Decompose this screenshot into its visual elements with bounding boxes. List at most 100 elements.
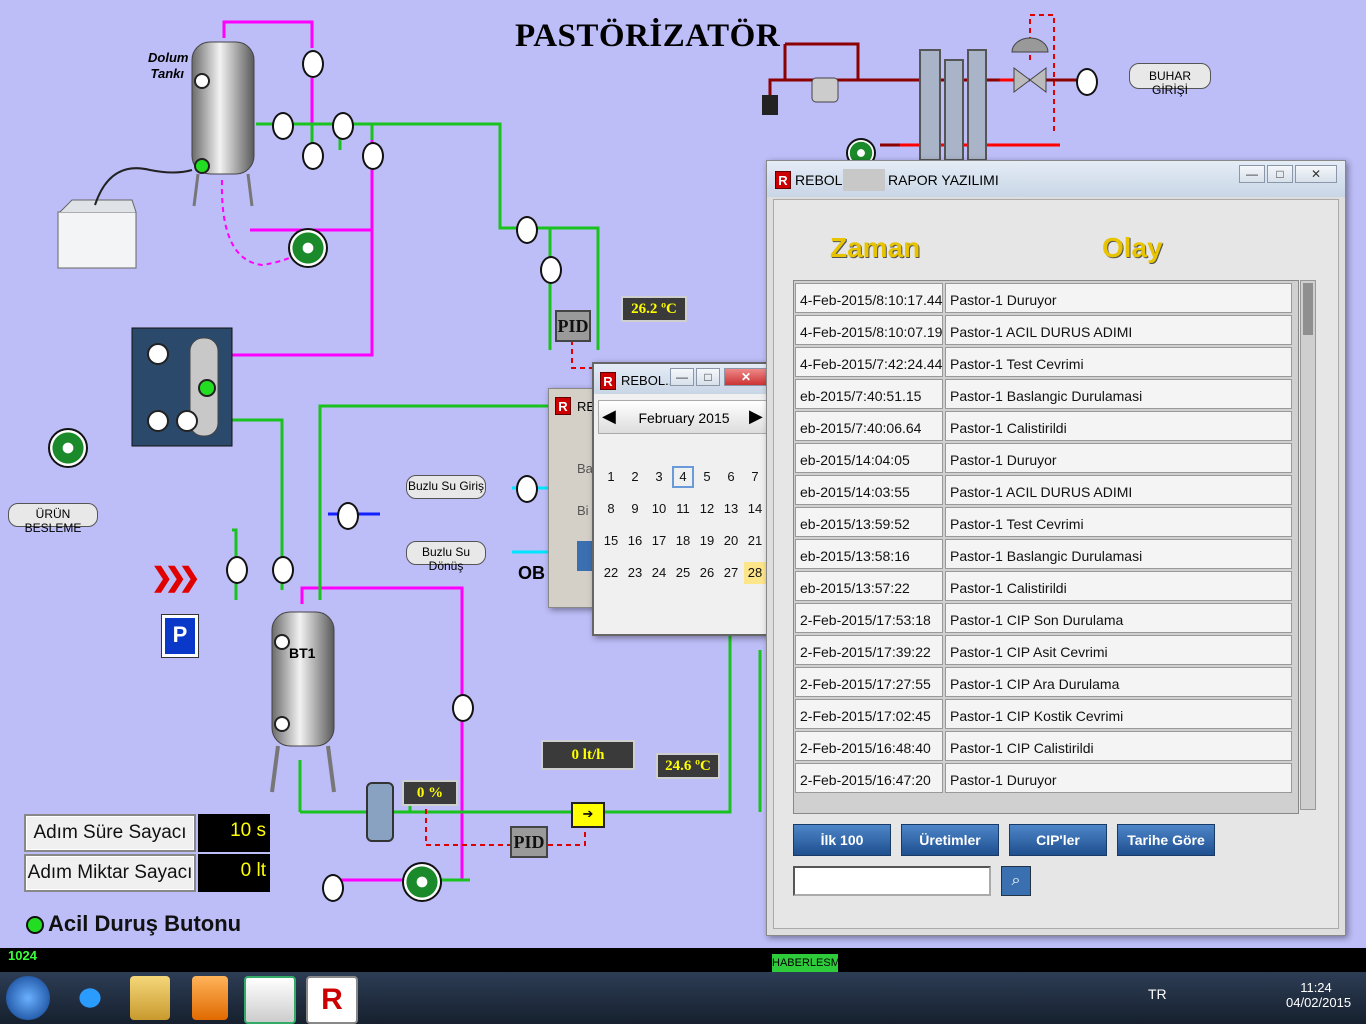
calendar-day[interactable]: 20 [720,530,742,552]
calendar-day[interactable]: 15 [600,530,622,552]
calendar-day[interactable]: 12 [696,498,718,520]
pid-controller-top[interactable]: PID [555,310,591,342]
valve-icon[interactable] [302,50,324,78]
calendar-day[interactable]: 1 [600,466,622,488]
start-icon[interactable] [6,976,50,1020]
valve-icon[interactable] [332,112,354,140]
flow-meter-icon: ➔ [571,802,605,828]
acil-durus-label[interactable]: Acil Duruş Butonu [48,911,241,937]
valve-icon[interactable] [302,142,324,170]
table-row[interactable]: eb-2015/13:58:16 Pastor-1 Baslangic Durul… [795,539,1292,569]
table-row[interactable]: 2-Feb-2015/17:39:22 Pastor-1 CIP Asit Cev… [795,635,1292,665]
language-indicator[interactable]: TR [1148,986,1167,1002]
forward-arrows-icon[interactable]: ❯❯❯ [151,562,200,593]
buzlu-su-giris-label: Buzlu Su Giriş [406,475,486,499]
valve-icon[interactable] [540,256,562,284]
media-player-icon[interactable] [192,976,228,1020]
hmi-status-bar [0,948,1366,972]
minimize-icon[interactable]: — [670,368,694,386]
calendar-day[interactable]: 6 [720,466,742,488]
uretimler-button[interactable]: Üretimler [901,824,999,856]
ilk-100-button[interactable]: İlk 100 [793,824,891,856]
calendar-day[interactable]: 22 [600,562,622,584]
calendar-day[interactable]: 21 [744,530,766,552]
valve-icon[interactable] [337,502,359,530]
calendar-day[interactable]: 19 [696,530,718,552]
valve-icon[interactable] [226,556,248,584]
table-row[interactable]: 2-Feb-2015/17:27:55 Pastor-1 CIP Ara Duru… [795,667,1292,697]
search-icon[interactable]: ⌕ [1001,866,1031,896]
valve-icon[interactable] [272,112,294,140]
table-row[interactable]: eb-2015/14:03:55 Pastor-1 ACIL DURUS ADIM… [795,475,1292,505]
calendar-day[interactable]: 9 [624,498,646,520]
valve-icon[interactable] [516,216,538,244]
temperature-bottom-value: 24.6 ºC [656,753,720,779]
table-row[interactable]: eb-2015/14:04:05 Pastor-1 Duruyor [795,443,1292,473]
prev-month-icon[interactable]: ◀ [602,406,616,427]
calendar-day[interactable]: 24 [648,562,670,584]
calendar-day[interactable]: 7 [744,466,766,488]
file-explorer-icon[interactable] [130,976,170,1020]
table-row[interactable]: 2-Feb-2015/16:48:40 Pastor-1 CIP Calistir… [795,731,1292,761]
vijeo-icon[interactable] [244,976,296,1024]
internet-explorer-icon[interactable] [66,976,114,1020]
calendar-day[interactable]: 11 [672,498,694,520]
calendar-day[interactable]: 16 [624,530,646,552]
pump-icon[interactable] [288,228,328,268]
valve-icon[interactable] [362,142,384,170]
close-icon[interactable]: ✕ [1295,165,1337,183]
cipler-button[interactable]: CIP'ler [1009,824,1107,856]
table-row[interactable]: 2-Feb-2015/16:47:20 Pastor-1 Duruyor [795,763,1292,793]
clock[interactable]: 11:24 04/02/2015 [1286,980,1351,1010]
valve-icon[interactable] [272,556,294,584]
search-input[interactable] [793,866,991,896]
maximize-icon[interactable]: □ [696,368,720,386]
valve-icon[interactable] [452,694,474,722]
calendar-day[interactable]: 18 [672,530,694,552]
p-button[interactable]: P [161,614,199,658]
report-title-suffix: RAPOR YAZILIMI [888,172,999,188]
control-valve-icon[interactable] [366,782,394,842]
calendar-day[interactable]: 4 [672,466,694,488]
pid-controller-bottom[interactable]: PID [510,826,548,858]
maximize-icon[interactable]: □ [1267,165,1293,183]
row-time: eb-2015/13:57:22 [795,571,943,601]
pump-icon[interactable] [402,862,442,902]
scrollbar-thumb[interactable] [1303,283,1313,335]
row-time: 2-Feb-2015/17:27:55 [795,667,943,697]
calendar-day[interactable]: 2 [624,466,646,488]
minimize-icon[interactable]: — [1239,165,1265,183]
calendar-day[interactable]: 28 [744,562,766,584]
pump-icon[interactable] [48,428,88,468]
calendar-day[interactable]: 14 [744,498,766,520]
table-row[interactable]: eb-2015/7:40:06.64 Pastor-1 Calistirildi [795,411,1292,441]
calendar-day[interactable]: 23 [624,562,646,584]
valve-icon[interactable] [516,475,538,503]
table-row[interactable]: 4-Feb-2015/8:10:17.443 Pastor-1 Duruyor [795,283,1292,313]
table-row[interactable]: eb-2015/7:40:51.15 Pastor-1 Baslangic Dur… [795,379,1292,409]
table-row[interactable]: 4-Feb-2015/7:42:24.447 Pastor-1 Test Cevr… [795,347,1292,377]
urun-besleme-button[interactable]: ÜRÜN BESLEME [8,503,98,535]
valve-icon[interactable] [1076,68,1098,96]
bt1-label: BT1 [289,645,316,661]
table-scrollbar[interactable] [1300,280,1316,810]
tarihe-gore-button[interactable]: Tarihe Göre [1117,824,1215,856]
calendar-day[interactable]: 10 [648,498,670,520]
valve-icon[interactable] [322,874,344,902]
calendar-day[interactable]: 8 [600,498,622,520]
calendar-day[interactable]: 5 [696,466,718,488]
next-month-icon[interactable]: ▶ [749,406,763,427]
calendar-day[interactable]: 13 [720,498,742,520]
table-row[interactable]: eb-2015/13:57:22 Pastor-1 Calistirildi [795,571,1292,601]
table-row[interactable]: 2-Feb-2015/17:53:18 Pastor-1 CIP Son Duru… [795,603,1292,633]
table-row[interactable]: eb-2015/13:59:52 Pastor-1 Test Cevrimi [795,507,1292,537]
calendar-day[interactable]: 25 [672,562,694,584]
calendar-day[interactable]: 27 [720,562,742,584]
calendar-day[interactable]: 26 [696,562,718,584]
calendar-day[interactable]: 3 [648,466,670,488]
calendar-day[interactable]: 17 [648,530,670,552]
rebol-taskbar-icon[interactable]: R [306,976,358,1024]
close-icon[interactable]: ✕ [724,368,768,386]
table-row[interactable]: 4-Feb-2015/8:10:07.193 Pastor-1 ACIL DURU… [795,315,1292,345]
table-row[interactable]: 2-Feb-2015/17:02:45 Pastor-1 CIP Kostik C… [795,699,1292,729]
